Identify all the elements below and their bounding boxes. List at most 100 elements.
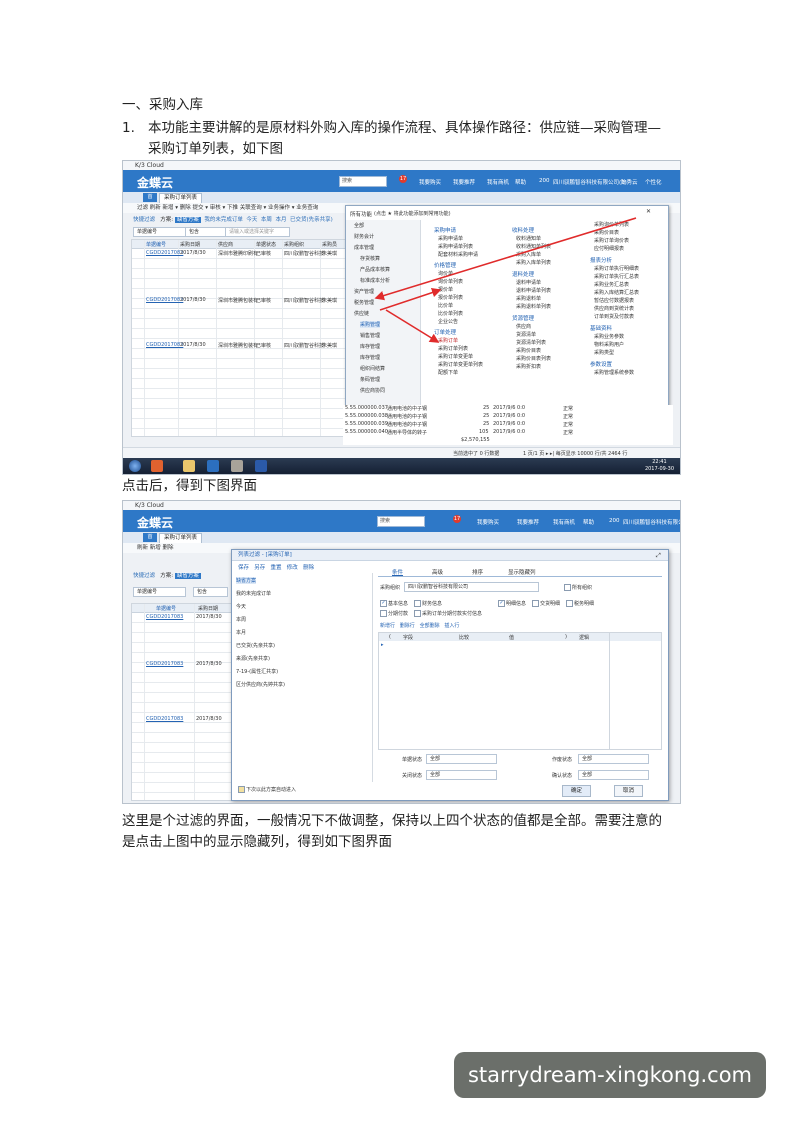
scheme-item-default[interactable]: 缺省方案 [236, 577, 257, 584]
order-number-link[interactable]: CGDD2017083 [146, 614, 183, 620]
caption-after-click: 点击后，得到下图界面 [122, 478, 257, 494]
scheme-item[interactable]: 7-19-(属性汇共享) [236, 668, 278, 675]
void-status-select[interactable]: 全部 [578, 754, 649, 764]
app-logo: 金蝶云 [137, 176, 174, 190]
col-header-org[interactable]: 采购组织 [284, 241, 304, 248]
dialog-menu: 保存 另存 重置 修改 删除 [238, 563, 314, 571]
org-select[interactable]: 四川驭鹏智谷科技有限公司 [404, 582, 539, 592]
app-icon[interactable] [231, 460, 243, 472]
checkbox-installment[interactable]: 分期付款 [380, 610, 408, 617]
scheme-month[interactable]: 本月 [275, 217, 286, 223]
add-row-button[interactable]: 新增行 [380, 623, 395, 629]
tab-conditions[interactable]: 条件 [392, 568, 403, 576]
folder-icon[interactable] [183, 460, 195, 472]
pager[interactable]: 1 页/1 页 ▸ ▸| 每页显示 10000 行/共 2464 行 [523, 450, 627, 457]
order-number-link[interactable]: CGDD2017083 [146, 250, 183, 256]
scheme-unfinished[interactable]: 我的未完成订单 [204, 217, 243, 223]
checkbox-basic-info[interactable]: ✓ 基本信息 [380, 600, 408, 607]
col-header-status[interactable]: 单据状态 [256, 241, 276, 248]
order-number-link[interactable]: CGDD2017083 [146, 661, 183, 667]
home-tab[interactable]: 首 [143, 193, 157, 202]
doc-status-label: 单据状态 [402, 757, 423, 763]
maximize-icon[interactable]: ⤢ [656, 552, 661, 560]
row-qty: 25 [483, 413, 490, 419]
close-status-select[interactable]: 全部 [426, 770, 497, 780]
cancel-button[interactable]: 取消 [614, 785, 644, 797]
top-nav-help[interactable]: 帮助 [515, 178, 526, 186]
delete-scheme-button[interactable]: 删除 [303, 565, 314, 571]
order-number-link[interactable]: CGDD2017083 [146, 342, 183, 348]
top-nav-buy[interactable]: 我要购买 [477, 518, 499, 526]
home-tab[interactable]: 首 [143, 533, 157, 542]
filter-field-select[interactable]: 单据编号 [133, 227, 186, 237]
top-nav-opportunity[interactable]: 我有商机 [487, 178, 509, 186]
filter-operator-select[interactable]: 包含 [193, 587, 228, 597]
notification-badge[interactable]: 17 [399, 175, 407, 183]
reset-button[interactable]: 重置 [271, 565, 282, 571]
row-qty: 25 [483, 421, 490, 427]
scheme-default[interactable]: 缺省方案 [174, 573, 201, 579]
search-input[interactable]: 搜索 [377, 516, 425, 527]
col-header-number[interactable]: 单据编号 [146, 241, 166, 248]
tab-advanced[interactable]: 高级 [432, 568, 443, 576]
doc-status-select[interactable]: 全部 [426, 754, 497, 764]
quick-filter-label[interactable]: 快捷过滤 [133, 217, 155, 223]
checkbox-tax-detail[interactable]: 税务明细 [566, 600, 594, 607]
checkbox-installment-actual[interactable]: 采购订单分期付款实付信息 [414, 610, 482, 617]
search-input[interactable]: 搜索 [339, 176, 387, 187]
word-icon[interactable] [255, 460, 267, 472]
scheme-item[interactable]: 区分供应商(先婷共享) [236, 681, 285, 688]
col-header-date[interactable]: 采购日期 [198, 605, 218, 612]
checkbox-finance-info[interactable]: 财务信息 [414, 600, 442, 607]
save-scheme-button[interactable]: 保存 [238, 565, 249, 571]
filter-field-select[interactable]: 单据编号 [133, 587, 186, 597]
insert-row-button[interactable]: 插入行 [444, 623, 459, 629]
scheme-delivered[interactable]: 已交货(先亲共享) [290, 217, 333, 223]
top-nav-company[interactable]: 四川驭鹏智谷科技有限公司(1) [553, 178, 627, 186]
order-number-link[interactable]: CGDD2017083 [146, 297, 183, 303]
col-header-buyer[interactable]: 采购员 [322, 241, 337, 248]
checkbox-delivery-detail[interactable]: 交货明细 [532, 600, 560, 607]
scheme-item[interactable]: 本周 [236, 616, 246, 623]
k3-icon[interactable] [207, 460, 219, 472]
top-nav-help[interactable]: 帮助 [583, 518, 594, 526]
remember-scheme-checkbox[interactable]: 下次以此方案自动进入 [238, 786, 296, 793]
top-nav-user[interactable]: 陈秀云 [621, 178, 638, 186]
scheme-week[interactable]: 本周 [261, 217, 272, 223]
col-header-supplier[interactable]: 供应商 [218, 241, 233, 248]
delete-row-button[interactable]: 删除行 [400, 623, 415, 629]
ok-button[interactable]: 确定 [562, 785, 592, 797]
top-nav-personalize[interactable]: 个性化 [645, 178, 662, 186]
row-name: 通用电池的中子钢 [387, 406, 428, 412]
delete-all-button[interactable]: 全部删除 [420, 623, 440, 629]
filter-value-input[interactable]: 请输入或选择关键字 [225, 227, 290, 237]
order-number-link[interactable]: CGDD2017083 [146, 716, 183, 722]
all-org-checkbox[interactable]: 所有组织 [564, 584, 592, 591]
top-nav-company[interactable]: 四川驭鹏智谷科技有限公司 [623, 518, 680, 526]
checkbox-detail-info[interactable]: ✓ 明细信息 [498, 600, 526, 607]
notification-badge[interactable]: 17 [453, 515, 461, 523]
top-nav-recommend[interactable]: 我要推荐 [517, 518, 539, 526]
col-header-number[interactable]: 单据编号 [156, 605, 176, 612]
tab-sort[interactable]: 排序 [472, 568, 483, 576]
scheme-today[interactable]: 今天 [246, 217, 257, 223]
scheme-default[interactable]: 缺省方案 [174, 217, 201, 223]
scheme-item[interactable]: 本月 [236, 629, 246, 636]
scheme-item[interactable]: 我的未完成订单 [236, 590, 271, 597]
scheme-item[interactable]: 今天 [236, 603, 246, 610]
quick-filter-label[interactable]: 快捷过滤 [133, 573, 155, 579]
top-nav-buy[interactable]: 我要购买 [419, 178, 441, 186]
start-icon[interactable] [129, 460, 141, 472]
confirm-status-select[interactable]: 全部 [578, 770, 649, 780]
tab-show-hide-columns[interactable]: 显示隐藏列 [508, 568, 536, 576]
top-nav-recommend[interactable]: 我要推荐 [453, 178, 475, 186]
app-icon[interactable] [151, 460, 163, 472]
modify-button[interactable]: 修改 [287, 565, 298, 571]
top-nav-opportunity[interactable]: 我有商机 [553, 518, 575, 526]
filter-operator-select[interactable]: 包含 [185, 227, 226, 237]
order-date: 2017/8/30 [180, 250, 206, 256]
scheme-item[interactable]: 已交货(先亲共享) [236, 642, 275, 649]
scheme-item[interactable]: 来源(先亲共享) [236, 655, 270, 662]
save-as-button[interactable]: 另存 [254, 565, 265, 571]
col-header-date[interactable]: 采购日期 [180, 241, 200, 248]
